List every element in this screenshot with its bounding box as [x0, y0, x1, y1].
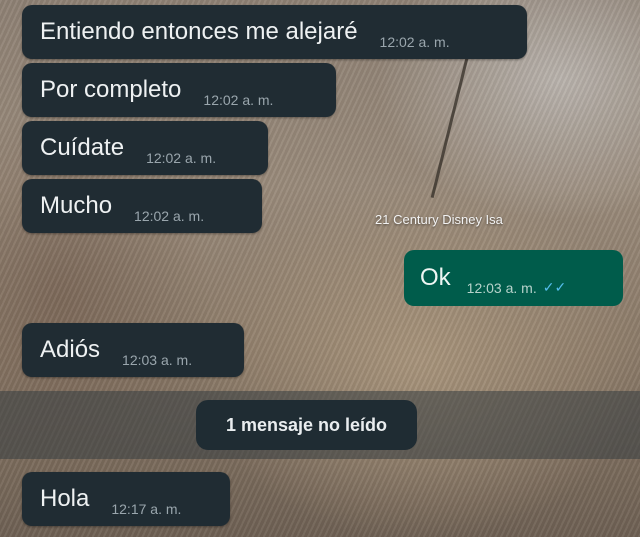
message-time: 12:02 a. m. [379, 34, 450, 50]
message-text: Ok [420, 264, 451, 291]
message-text: Mucho [40, 192, 113, 219]
message-text: Cuídate [40, 134, 125, 161]
message-text: Hola [40, 485, 90, 512]
message-time: 12:02 a. m. [134, 208, 205, 224]
message-text: Adiós [40, 336, 101, 363]
message-text: Por completo [40, 76, 182, 103]
incoming-message[interactable]: Cuídate 12:02 a. m. [22, 121, 268, 175]
outgoing-message[interactable]: Ok 12:03 a. m. ✓✓ [404, 250, 623, 306]
message-text: Entiendo entonces me alejaré [40, 18, 358, 45]
watermark-text: 21 Century Disney Isa [375, 212, 503, 227]
message-time: 12:03 a. m. [466, 280, 537, 296]
double-check-icon: ✓✓ [542, 279, 567, 295]
message-time: 12:03 a. m. [122, 352, 193, 368]
incoming-message[interactable]: Entiendo entonces me alejaré 12:02 a. m. [22, 5, 527, 59]
incoming-message[interactable]: Adiós 12:03 a. m. [22, 323, 244, 377]
incoming-message[interactable]: Mucho 12:02 a. m. [22, 179, 262, 233]
incoming-message[interactable]: Por completo 12:02 a. m. [22, 63, 336, 117]
incoming-message[interactable]: Hola 12:17 a. m. [22, 472, 230, 526]
message-time: 12:02 a. m. [146, 150, 217, 166]
message-time: 12:17 a. m. [111, 501, 182, 517]
unread-messages-badge: 1 mensaje no leído [196, 400, 417, 450]
message-time: 12:02 a. m. [203, 92, 274, 108]
